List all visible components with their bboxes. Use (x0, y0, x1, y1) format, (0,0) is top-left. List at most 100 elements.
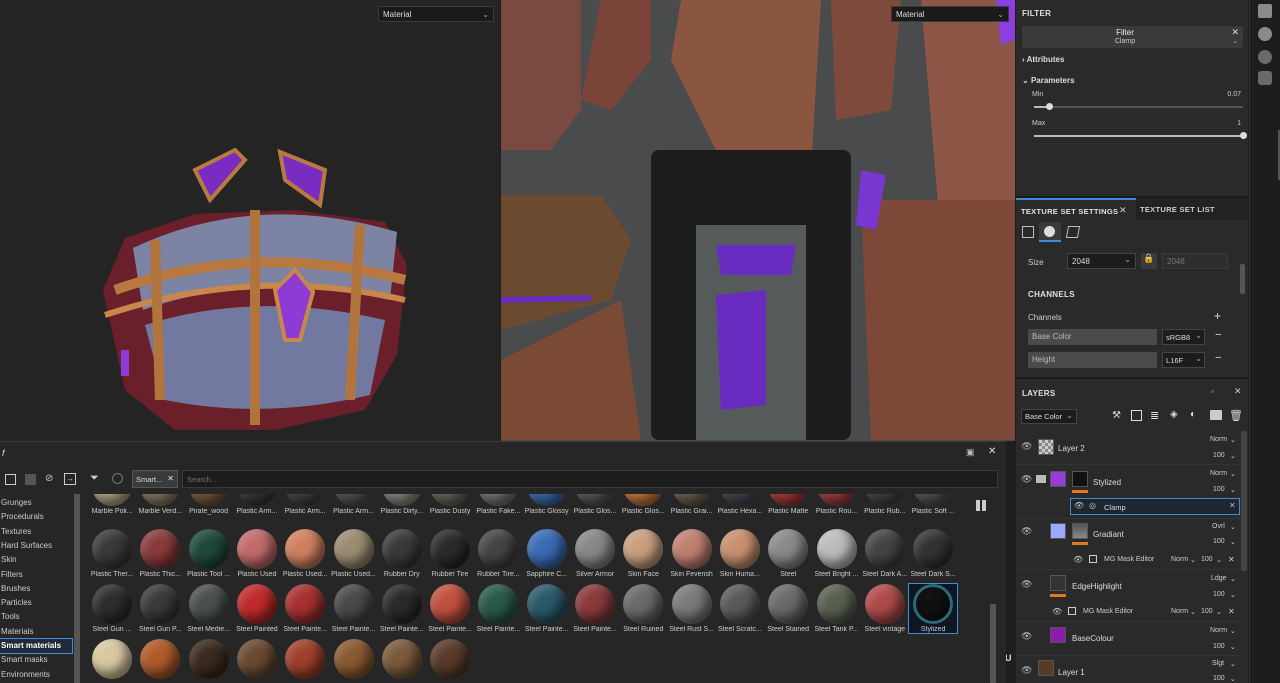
material-tile[interactable]: Plastic Used... (330, 529, 378, 578)
material-tile[interactable]: Stylized (908, 583, 959, 634)
channel-format-select[interactable]: sRGB8 ⌄ (1162, 329, 1205, 345)
folder-icon[interactable] (1210, 410, 1222, 420)
blend-mode-select[interactable]: Norm (1210, 436, 1227, 443)
material-tile[interactable]: Plastic Matte (764, 494, 812, 515)
material-tile[interactable]: Steel Medie... (185, 584, 233, 633)
settings-tab-button[interactable] (1039, 222, 1061, 242)
material-tile[interactable]: Marble Poli... (88, 494, 136, 515)
channel-select[interactable]: Base Color ⌄ (1021, 409, 1077, 424)
blend-mode-select[interactable]: Slgt (1212, 660, 1224, 667)
material-tile[interactable]: Steel Stained (764, 584, 812, 633)
blend-mode-select[interactable]: Ovrl (1212, 523, 1225, 530)
material-tile[interactable]: Plastic Ther... (88, 529, 136, 578)
material-tile[interactable]: Plastic Used... (281, 529, 329, 578)
material-tile[interactable]: Plastic Rub... (861, 494, 909, 515)
add-mask-icon[interactable] (1131, 410, 1142, 421)
category-item[interactable]: Hard Surfaces (0, 539, 72, 553)
material-tile[interactable] (426, 639, 474, 679)
material-tile[interactable]: Plastic Tool ... (185, 529, 233, 578)
material-tile[interactable]: Plastic Glossy (523, 494, 571, 515)
material-tile[interactable]: Steel Gun ... (88, 584, 136, 633)
material-tile[interactable]: Plastic Rou... (813, 494, 861, 515)
material-tile[interactable]: Plastic Glos... (619, 494, 667, 515)
material-tile[interactable]: Plastic Arm... (233, 494, 281, 515)
material-tile[interactable]: Skin Feverish (668, 529, 716, 578)
close-icon[interactable]: ✕ (1228, 555, 1235, 564)
material-tile[interactable]: Steel Painte... (281, 584, 329, 633)
material-tile[interactable]: Steel Painte... (523, 584, 571, 633)
chevron-down-icon[interactable]: ⌄ (1232, 37, 1238, 45)
viewport-2d[interactable]: Material ⌄ (501, 0, 1015, 441)
size-select[interactable]: 2048 ⌄ (1067, 253, 1136, 269)
effect-opacity[interactable]: 100 (1201, 608, 1213, 615)
layers-scrollbar[interactable] (1241, 431, 1247, 571)
import-icon[interactable] (25, 474, 36, 485)
material-tile[interactable]: Marble Verd... (136, 494, 184, 515)
material-tile[interactable]: Steel Dark S... (909, 529, 957, 578)
close-icon[interactable]: ✕ (1119, 205, 1127, 216)
maximize-icon[interactable]: ▫ (1211, 387, 1214, 396)
eye-icon[interactable]: 👁 (1021, 665, 1032, 676)
material-tile[interactable]: Rubber Tire (426, 529, 474, 578)
opacity-value[interactable]: 100 (1213, 675, 1225, 682)
log-icon[interactable] (1258, 71, 1272, 85)
material-tile[interactable]: Plastic Thic... (136, 529, 184, 578)
material-tile[interactable] (233, 639, 281, 679)
max-slider-knob[interactable] (1240, 132, 1247, 139)
add-effect-icon[interactable]: ◐ (1190, 409, 1196, 420)
material-tile[interactable]: Steel Painted (233, 584, 281, 633)
magic-wand-icon[interactable]: ⚒ (1112, 410, 1124, 422)
material-tile[interactable]: Steel (764, 529, 812, 578)
layer-row[interactable]: 👁 Layer 1 Slgt ⌄ 100 ⌄ (1016, 656, 1241, 683)
close-icon[interactable]: ✕ (1234, 386, 1242, 397)
category-item[interactable]: Smart masks (0, 653, 72, 667)
refresh-icon[interactable] (112, 473, 123, 484)
add-layer-icon[interactable]: ≣ (1150, 409, 1159, 422)
grid-icon[interactable] (1022, 226, 1034, 238)
eye-icon[interactable]: 👁 (1073, 555, 1083, 564)
min-slider[interactable] (1034, 103, 1243, 110)
min-slider-knob[interactable] (1045, 103, 1053, 110)
blend-mode-select[interactable]: Norm (1210, 627, 1227, 634)
material-tile[interactable]: Rubber Tire... (474, 529, 522, 578)
material-tile[interactable] (281, 639, 329, 679)
tab-texture-set-settings[interactable]: TEXTURE SET SETTINGS ✕ (1016, 198, 1136, 220)
material-tile[interactable]: Rubber Dry (378, 529, 426, 578)
material-tile[interactable]: Plastic Arm... (281, 494, 329, 515)
category-item[interactable]: Particles (0, 596, 72, 610)
category-item[interactable]: Tools (0, 610, 72, 624)
scrollbar[interactable] (1240, 264, 1245, 294)
maximize-icon[interactable]: ▣ (966, 447, 975, 458)
remove-channel-icon[interactable]: − (1215, 329, 1221, 341)
max-slider[interactable] (1034, 132, 1247, 139)
material-tile[interactable]: Steel Rust S... (668, 584, 716, 633)
category-item[interactable]: Grunges (0, 496, 72, 510)
opacity-value[interactable]: 100 (1213, 643, 1225, 650)
category-item[interactable]: Brushes (0, 582, 72, 596)
close-icon[interactable]: ✕ (167, 474, 174, 483)
material-tile[interactable] (378, 639, 426, 679)
layer-row[interactable]: 👁 Stylized Norm ⌄ 100 ⌄ 👁 ◎ Clamp ✕ (1016, 465, 1241, 519)
eye-icon[interactable]: 👁 (1052, 607, 1062, 616)
material-tile[interactable]: Steel Painte... (474, 584, 522, 633)
uv-icon[interactable] (1065, 226, 1081, 238)
channel-name-field[interactable]: Height (1028, 352, 1157, 368)
shelf-scrollbar[interactable] (990, 604, 996, 683)
add-channel-icon[interactable]: + (1214, 309, 1221, 323)
material-tile[interactable]: Steel Dark A... (861, 529, 909, 578)
layer-row[interactable]: 👁 Layer 2 Norm ⌄ 100 ⌄ (1016, 431, 1241, 465)
viewport-3d[interactable]: Material ⌄ (0, 0, 500, 441)
material-tile[interactable]: Steel Scratc... (716, 584, 764, 633)
material-tile[interactable]: Skin Face (619, 529, 667, 578)
opacity-value[interactable]: 100 (1213, 486, 1225, 493)
category-item[interactable]: Smart materials (0, 638, 73, 654)
eye-icon[interactable]: 👁 (1021, 526, 1032, 537)
trash-icon[interactable]: 🗑 (1229, 409, 1243, 422)
close-icon[interactable]: ✕ (988, 446, 996, 457)
new-shelf-icon[interactable] (5, 474, 16, 485)
category-item[interactable]: Procedurals (0, 510, 72, 524)
parameters-section[interactable]: ⌄ Parameters (1022, 76, 1075, 85)
material-tile[interactable]: Steel Ruined (619, 584, 667, 633)
material-tile[interactable] (88, 639, 136, 679)
material-tile[interactable]: Plastic Grai... (668, 494, 716, 515)
